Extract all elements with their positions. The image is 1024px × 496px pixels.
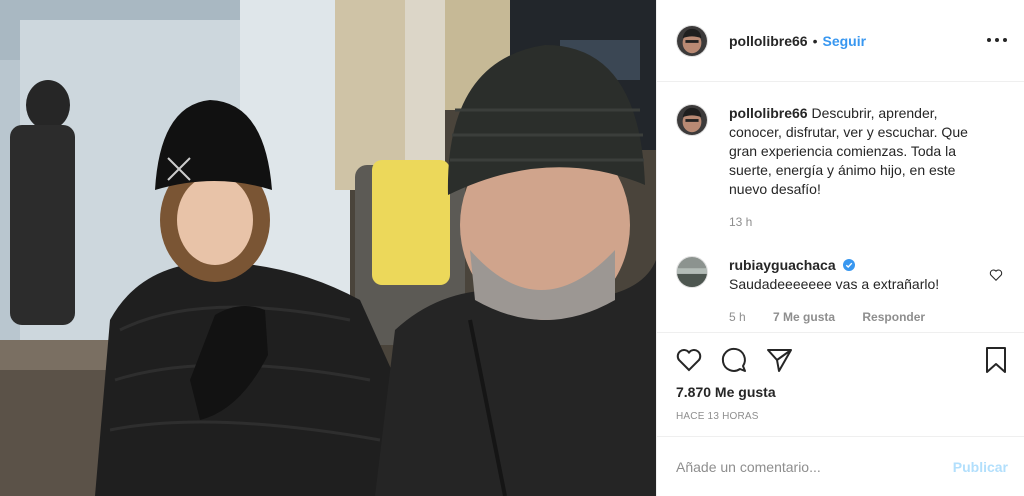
add-comment-bar: Publicar: [657, 436, 1024, 496]
post-panel: pollolibre66 • Seguir pollolibre66 Descu…: [656, 0, 1024, 496]
comment-avatar[interactable]: [676, 256, 708, 288]
comment-like-heart-icon[interactable]: [989, 268, 1003, 282]
comment-body: rubiayguachaca Saudadeeeeeee vas a extra…: [729, 256, 979, 327]
more-horizontal-icon[interactable]: [987, 30, 1007, 50]
comments-section: pollolibre66 Descubrir, aprender, conoce…: [657, 82, 1024, 332]
likes-count[interactable]: 7.870 Me gusta: [676, 384, 776, 400]
comment-item: rubiayguachaca Saudadeeeeeee vas a extra…: [676, 256, 1016, 327]
share-icon[interactable]: [765, 346, 793, 374]
comment-meta: 5 h 7 Me gusta Responder: [729, 308, 979, 327]
caption-username[interactable]: pollolibre66: [729, 105, 808, 121]
author-avatar[interactable]: [676, 24, 708, 57]
avatar-image: [677, 25, 707, 56]
reply-button[interactable]: Responder: [862, 310, 925, 324]
author-username[interactable]: pollolibre66: [729, 33, 808, 49]
follow-button[interactable]: Seguir: [822, 33, 866, 49]
bookmark-icon[interactable]: [984, 346, 1008, 374]
post-timestamp[interactable]: HACE 13 HORAS: [676, 411, 759, 422]
comment-likes[interactable]: 7 Me gusta: [773, 310, 835, 324]
comment-username[interactable]: rubiayguachaca: [729, 257, 836, 273]
comment-time[interactable]: 5 h: [729, 310, 746, 324]
caption-avatar[interactable]: [676, 104, 708, 136]
separator-dot: •: [812, 32, 818, 49]
post-photo[interactable]: [0, 0, 656, 496]
heart-icon[interactable]: [675, 346, 703, 374]
comment-input[interactable]: [676, 456, 936, 478]
comment-text: Saudadeeeeeee vas a extrañarlo!: [729, 276, 940, 292]
verified-badge-icon: [842, 259, 855, 271]
photo-illustration: [0, 0, 656, 496]
avatar-image: [677, 257, 707, 287]
avatar-image: [677, 105, 707, 135]
post-header: pollolibre66 • Seguir: [657, 0, 1024, 82]
action-icons: [675, 346, 793, 374]
caption-meta: 13 h: [729, 213, 979, 232]
comment-icon[interactable]: [720, 346, 748, 374]
caption: pollolibre66 Descubrir, aprender, conoce…: [676, 104, 1016, 232]
caption-body: pollolibre66 Descubrir, aprender, conoce…: [729, 104, 979, 232]
publish-button[interactable]: Publicar: [953, 459, 1008, 475]
caption-time[interactable]: 13 h: [729, 215, 752, 229]
